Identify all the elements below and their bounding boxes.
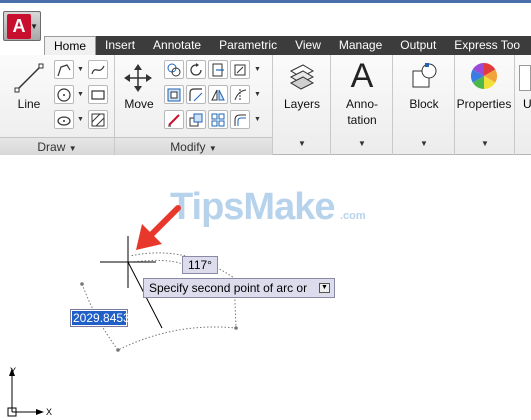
layers-panel[interactable]: Layers ▼ [273, 55, 331, 155]
chamfer-icon[interactable] [230, 85, 250, 104]
ribbon-tab-strip: Home Insert Annotate Parametric View Man… [44, 36, 531, 55]
tab-annotate[interactable]: Annotate [144, 36, 210, 55]
mirror-icon[interactable] [208, 85, 228, 104]
line-button-label[interactable]: Line [8, 97, 50, 112]
text-icon: A [350, 57, 374, 95]
properties-label: Properties [456, 97, 512, 111]
properties-panel[interactable]: Properties ▼ [455, 55, 515, 155]
draw-panel-title: Draw [37, 140, 66, 154]
scale-icon[interactable] [186, 110, 206, 129]
angle-tooltip: 117° [182, 256, 218, 274]
arc-point [234, 326, 238, 330]
block-panel[interactable]: Block ▼ [393, 55, 455, 155]
tab-home[interactable]: Home [44, 36, 97, 55]
move-icon[interactable] [121, 61, 155, 95]
copy-icon[interactable] [164, 60, 184, 79]
tab-view[interactable]: View [286, 36, 330, 55]
chevron-down-icon[interactable]: ▼ [77, 91, 84, 98]
application-menu-button[interactable]: A ▼ [3, 11, 41, 41]
polyline-icon[interactable] [54, 60, 74, 79]
block-label: Block [409, 97, 439, 111]
rectangle-icon[interactable] [88, 85, 108, 104]
arc-point [80, 282, 84, 286]
spline-icon[interactable] [88, 60, 108, 79]
ribbon-overflow-panel[interactable]: U [515, 55, 531, 155]
tab-express-tools[interactable]: Express Too [445, 36, 529, 55]
draw-panel-footer[interactable]: Draw ▼ [0, 137, 114, 155]
hatch-icon[interactable] [88, 110, 108, 129]
erase-icon[interactable] [230, 60, 250, 79]
annotation-label-line-2: tation [347, 113, 377, 127]
distance-input[interactable]: 2029.8453 [70, 309, 130, 327]
distance-value: 2029.8453 [72, 311, 130, 325]
trim-icon[interactable] [208, 60, 228, 79]
options-down-icon[interactable]: ▼ [319, 283, 330, 293]
layers-label: Layers [283, 97, 321, 111]
ribbon: Line ▼ ▼ ▼ Draw ▼ Move ▼ ▼ ▼ Modify ▼ La… [0, 55, 531, 155]
tab-output[interactable]: Output [391, 36, 445, 55]
edit-icon[interactable] [164, 110, 184, 129]
command-prompt-tooltip: Specify second point of arc or ▼ [143, 278, 335, 298]
line-icon[interactable] [12, 61, 46, 95]
utilities-icon [519, 65, 531, 91]
modify-panel-title: Modify [170, 140, 206, 154]
chevron-down-icon[interactable]: ▼ [254, 91, 261, 98]
autocad-logo-icon: A [7, 14, 31, 39]
tab-manage[interactable]: Manage [330, 36, 391, 55]
fillet-icon[interactable] [186, 85, 206, 104]
draw-panel: Line ▼ ▼ ▼ Draw ▼ [0, 55, 115, 155]
move-button-label[interactable]: Move [117, 97, 161, 112]
chevron-down-icon: ▼ [358, 139, 366, 148]
annotation-label-line-1: Anno- [345, 97, 379, 111]
chevron-down-icon[interactable]: ▼ [77, 66, 84, 73]
layers-icon [285, 59, 319, 93]
chevron-down-icon[interactable]: ▼ [254, 116, 261, 123]
color-wheel-icon [467, 59, 501, 93]
ucs-y-label: Y [10, 366, 17, 376]
modify-panel-footer[interactable]: Modify ▼ [115, 137, 272, 155]
chevron-down-icon[interactable]: ▼ [77, 116, 84, 123]
overflow-label: U [523, 97, 531, 111]
annotation-panel[interactable]: A Anno- tation ▼ [331, 55, 393, 155]
prompt-text: Specify second point of arc or [149, 281, 308, 295]
tab-parametric[interactable]: Parametric [210, 36, 286, 55]
chevron-down-icon: ▼ [30, 22, 38, 31]
title-bar: A ▼ [0, 0, 531, 41]
chevron-down-icon: ▼ [208, 144, 217, 153]
modify-panel: Move ▼ ▼ ▼ Modify ▼ [115, 55, 273, 155]
circle-icon[interactable] [54, 85, 74, 104]
chevron-down-icon: ▼ [420, 139, 428, 148]
offset-icon[interactable] [230, 110, 250, 129]
red-arrow-icon [136, 205, 181, 250]
chevron-down-icon: ▼ [481, 139, 489, 148]
arc-icon[interactable] [54, 110, 74, 129]
stretch-icon[interactable] [164, 85, 184, 104]
rotate-icon[interactable] [186, 60, 206, 79]
array-icon[interactable] [208, 110, 228, 129]
chevron-down-icon: ▼ [68, 144, 77, 153]
arc-point [116, 348, 120, 352]
chevron-down-icon[interactable]: ▼ [254, 66, 261, 73]
tab-insert[interactable]: Insert [96, 36, 144, 55]
chevron-down-icon: ▼ [298, 139, 306, 148]
block-icon [407, 59, 441, 93]
ucs-x-label: X [46, 407, 53, 417]
